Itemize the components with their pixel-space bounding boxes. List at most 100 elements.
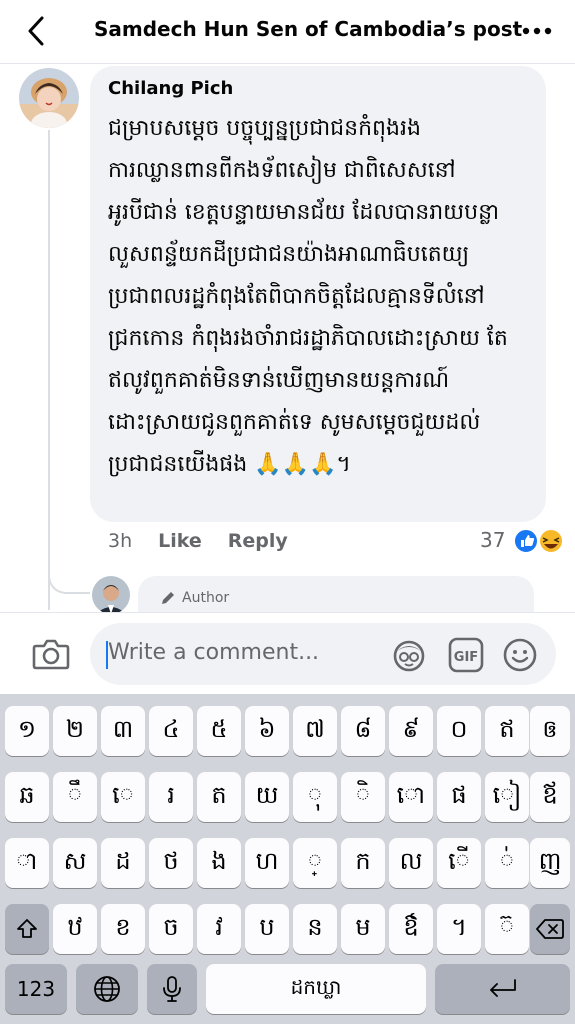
reply-button[interactable]: Reply bbox=[228, 530, 288, 552]
key[interactable]: ០ bbox=[437, 706, 481, 756]
key[interactable]: ល bbox=[389, 838, 433, 888]
comment-thread: Chilang Pich ជម្រាបសម្តេច បច្ចុប្បន្នប្រ… bbox=[0, 64, 575, 612]
return-icon bbox=[489, 979, 516, 997]
comment-composer: Write a comment... GIF bbox=[0, 612, 575, 694]
gif-label: GIF bbox=[454, 650, 478, 665]
key[interactable]: ឋ bbox=[53, 904, 97, 954]
key[interactable]: ោ bbox=[389, 772, 433, 822]
key[interactable]: ិ bbox=[341, 772, 385, 822]
camera-button[interactable] bbox=[30, 633, 72, 675]
globe-icon bbox=[94, 976, 120, 1002]
key[interactable]: ប bbox=[245, 904, 289, 954]
reaction-count[interactable]: 37 bbox=[480, 528, 505, 552]
key[interactable]: ៀ bbox=[485, 772, 529, 822]
key[interactable]: ។ bbox=[437, 904, 481, 954]
key[interactable]: ហ bbox=[245, 838, 289, 888]
comment-line: ឥលូវពួកគាត់មិនទាន់ឃើញមានយន្តការណ៍ bbox=[108, 368, 450, 393]
key[interactable]: ៧ bbox=[293, 706, 337, 756]
comment-bubble[interactable]: Chilang Pich ជម្រាបសម្តេច បច្ចុប្បន្នប្រ… bbox=[90, 66, 546, 522]
microphone-icon bbox=[163, 976, 181, 1002]
commenter-name[interactable]: Chilang Pich bbox=[108, 78, 233, 99]
key[interactable]: ខ bbox=[101, 904, 145, 954]
comment-line: អូរបីជាន់ ខេត្តបន្ទាយមានជ័យ ដែលបានរាយបន្… bbox=[108, 200, 500, 225]
key[interactable]: ផ bbox=[437, 772, 481, 822]
key[interactable]: ២ bbox=[53, 706, 97, 756]
like-button[interactable]: Like bbox=[158, 530, 202, 552]
key[interactable]: ៩ bbox=[389, 706, 433, 756]
gif-button[interactable]: GIF bbox=[448, 637, 484, 673]
key[interactable]: យ bbox=[245, 772, 289, 822]
key[interactable]: ថ bbox=[149, 838, 193, 888]
shift-key[interactable] bbox=[5, 904, 49, 954]
comment-text: ជម្រាបសម្តេច បច្ចុប្បន្នប្រជាជនកំពុងរង ក… bbox=[108, 108, 540, 486]
key[interactable]: ក bbox=[341, 838, 385, 888]
page-title: Samdech Hun Sen of Cambodia’s post bbox=[94, 17, 523, 41]
return-key[interactable] bbox=[435, 964, 570, 1014]
author-badge-label: Author bbox=[182, 590, 230, 606]
pen-icon bbox=[162, 592, 174, 604]
comment-line: ជម្រាបសម្តេច បច្ចុប្បន្នប្រជាជនកំពុងរង bbox=[108, 116, 421, 141]
comment-input-placeholder: Write a comment... bbox=[108, 640, 320, 665]
emoji-icon bbox=[503, 638, 537, 672]
comment-line: ប្រជាពលរដ្ឋកំពុងតែពិបាកចិត្តដែលគ្មានទីលំ… bbox=[108, 284, 485, 309]
key[interactable]: ន bbox=[293, 904, 337, 954]
comment-meta: 3h Like Reply bbox=[108, 530, 288, 552]
key[interactable]: ឳ bbox=[389, 904, 433, 954]
more-options-button[interactable] bbox=[519, 18, 555, 44]
khmer-keyboard: ១ ២ ៣ ៤ ៥ ៦ ៧ ៨ ៩ ០ ឥ ឲ ឆ ឹ េ រ ត យ ុ ិ … bbox=[0, 694, 575, 1024]
backspace-icon bbox=[536, 919, 564, 939]
haha-reaction-icon bbox=[538, 528, 564, 554]
key[interactable]: ឲ bbox=[530, 706, 570, 756]
key[interactable]: ុ bbox=[293, 772, 337, 822]
key[interactable]: វ bbox=[197, 904, 241, 954]
key[interactable]: រ bbox=[149, 772, 193, 822]
space-key[interactable]: ដកឃ្លា bbox=[206, 964, 426, 1014]
key[interactable]: ង bbox=[197, 838, 241, 888]
key[interactable]: ា bbox=[5, 838, 49, 888]
key[interactable]: ៦ bbox=[245, 706, 289, 756]
commenter-avatar[interactable] bbox=[19, 68, 79, 128]
key[interactable]: ៥ bbox=[197, 706, 241, 756]
key[interactable]: ៤ bbox=[149, 706, 193, 756]
key[interactable]: ់ bbox=[485, 838, 529, 888]
key[interactable]: ម bbox=[341, 904, 385, 954]
reaction-icons[interactable] bbox=[513, 528, 565, 554]
key[interactable]: ្ bbox=[293, 838, 337, 888]
avatar-sticker-button[interactable] bbox=[391, 637, 427, 673]
key[interactable]: ច bbox=[149, 904, 193, 954]
reply-bubble[interactable]: Author bbox=[138, 576, 534, 612]
back-button[interactable] bbox=[20, 14, 52, 48]
comment-timestamp[interactable]: 3h bbox=[108, 530, 132, 552]
key[interactable]: ១ bbox=[5, 706, 49, 756]
comment-line: ការឈ្លានពានពីកងទ័ពសៀម ជាពិសេសនៅ bbox=[108, 158, 456, 183]
like-reaction-icon bbox=[513, 528, 539, 554]
comment-line: ជ្រកកោន កំពុងរងចាំរាជរដ្ឋាភិបាលដោះស្រាយ … bbox=[108, 326, 508, 351]
key[interactable]: ដ bbox=[101, 838, 145, 888]
key[interactable]: ៣ bbox=[101, 706, 145, 756]
key[interactable]: ស bbox=[53, 838, 97, 888]
reply-connector bbox=[48, 534, 90, 594]
key[interactable]: ត bbox=[197, 772, 241, 822]
key[interactable]: េ bbox=[101, 772, 145, 822]
more-dots-icon bbox=[522, 27, 552, 35]
comment-input[interactable]: Write a comment... GIF bbox=[90, 623, 556, 685]
author-avatar[interactable] bbox=[92, 576, 130, 612]
globe-key[interactable] bbox=[76, 964, 138, 1014]
key[interactable]: ើ bbox=[437, 838, 481, 888]
key[interactable]: ៨ bbox=[341, 706, 385, 756]
backspace-key[interactable] bbox=[530, 904, 570, 954]
camera-icon bbox=[32, 639, 70, 670]
comment-line: លួសពន្ទ័យកដីប្រជាជនយ៉ាងអាណាធិបតេយ្យ bbox=[108, 242, 470, 267]
microphone-key[interactable] bbox=[147, 964, 197, 1014]
key[interactable]: ឪ bbox=[530, 772, 570, 822]
key[interactable]: ឥ bbox=[485, 706, 529, 756]
emoji-button[interactable] bbox=[502, 637, 538, 673]
author-badge: Author bbox=[160, 590, 229, 606]
key[interactable]: ៊ bbox=[485, 904, 529, 954]
key[interactable]: ឆ bbox=[5, 772, 49, 822]
numbers-key[interactable]: 123 bbox=[5, 964, 67, 1014]
comment-line: ប្រជាជនយើងផង 🙏🙏🙏។ bbox=[108, 452, 351, 477]
key[interactable]: ឹ bbox=[53, 772, 97, 822]
post-header: Samdech Hun Sen of Cambodia’s post bbox=[0, 0, 575, 64]
key[interactable]: ញ bbox=[530, 838, 570, 888]
